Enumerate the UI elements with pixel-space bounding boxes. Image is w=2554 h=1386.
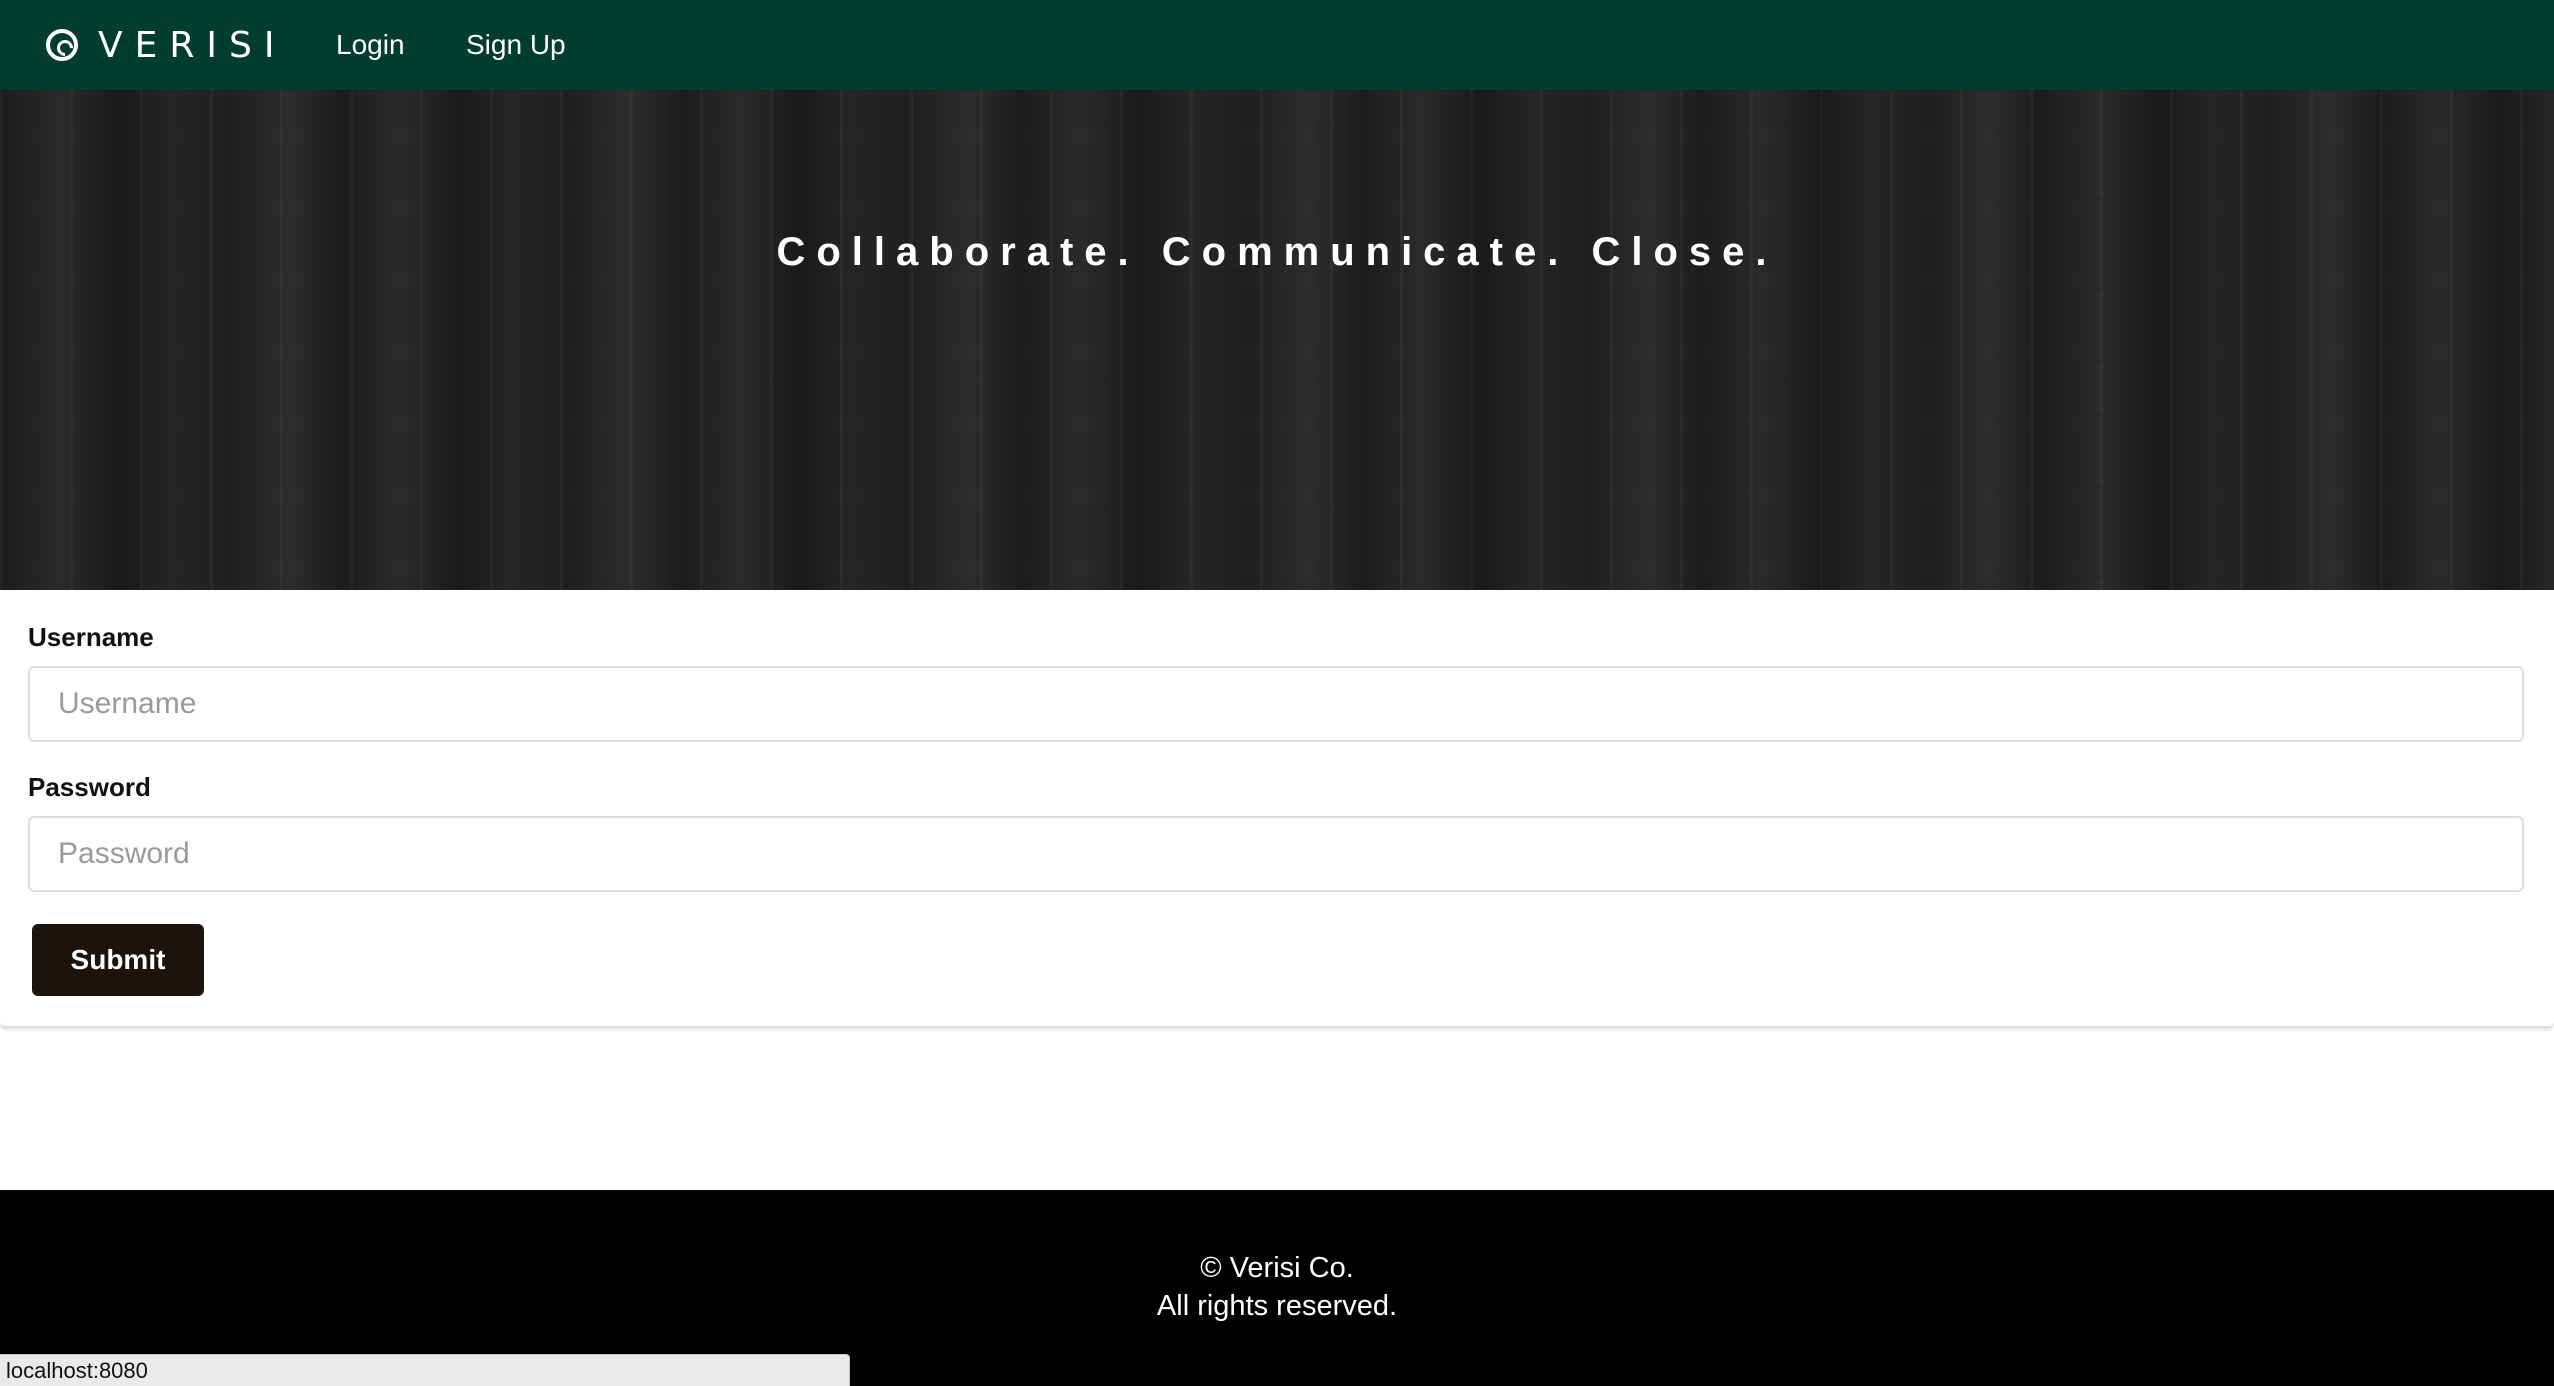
brand-logo-link[interactable]: VERISI	[46, 0, 286, 90]
password-input[interactable]	[28, 816, 2524, 892]
hero-tagline: Collaborate. Communicate. Close.	[776, 230, 1778, 274]
hero-banner: Collaborate. Communicate. Close.	[0, 90, 2554, 590]
password-label: Password	[28, 772, 151, 802]
footer-rights: All rights reserved.	[1156, 1290, 1398, 1322]
compass-icon	[46, 29, 78, 61]
nav-signup-link[interactable]: Sign Up	[466, 0, 566, 90]
browser-status-bar: localhost:8080	[0, 1354, 850, 1386]
page: VERISI Login Sign Up Collaborate. Commun…	[0, 0, 2554, 1386]
username-label: Username	[28, 622, 154, 652]
nav-login-link[interactable]: Login	[336, 0, 405, 90]
username-input[interactable]	[28, 666, 2524, 742]
login-form: Username Password Submit	[0, 590, 2554, 1028]
top-navbar: VERISI Login Sign Up	[0, 0, 2554, 90]
submit-button[interactable]: Submit	[32, 924, 204, 996]
brand-name: VERISI	[98, 24, 287, 66]
footer-copyright: © Verisi Co.	[1200, 1252, 1354, 1284]
